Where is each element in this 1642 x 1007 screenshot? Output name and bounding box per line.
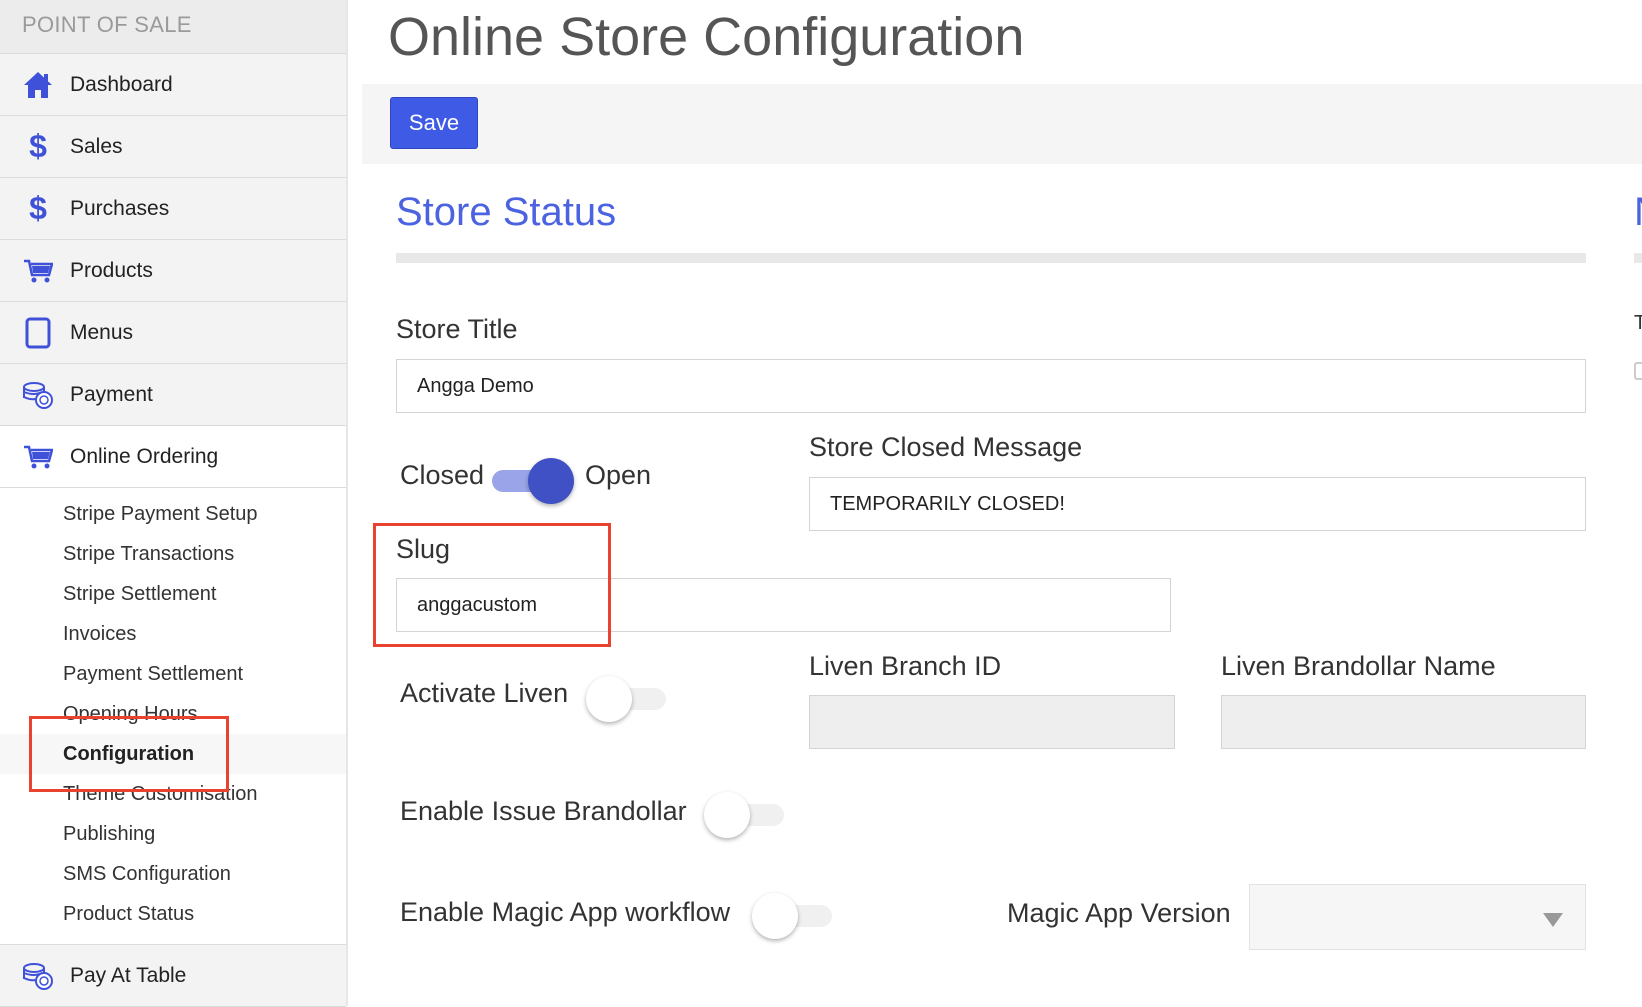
coins-icon (20, 958, 56, 994)
toggle-knob (752, 893, 798, 939)
store-title-field[interactable] (396, 359, 1586, 413)
section-divider-partial (1634, 253, 1642, 263)
store-closed-message-field[interactable] (809, 477, 1586, 531)
sidebar-item-label: Online Ordering (70, 444, 219, 468)
liven-brandollar-name-label: Liven Brandollar Name (1221, 651, 1496, 681)
sidebar-item-online-ordering[interactable]: Online Ordering (0, 426, 346, 488)
main-content: Online Store Configuration Save Store St… (348, 0, 1642, 1006)
slug-label: Slug (396, 534, 451, 564)
store-closed-message-label: Store Closed Message (809, 432, 1083, 462)
tablet-icon (20, 315, 56, 351)
coins-icon (20, 377, 56, 413)
toggle-knob (586, 676, 632, 722)
enable-issue-brandollar-label: Enable Issue Brandollar (400, 796, 687, 826)
sidebar-subitem-publishing[interactable]: Publishing (0, 814, 346, 854)
sidebar-item-label: Sales (70, 134, 123, 158)
toggle-knob (528, 458, 574, 504)
dollar-icon: $ (29, 128, 47, 164)
sidebar-item-products[interactable]: Products (0, 240, 346, 302)
open-label: Open (585, 460, 652, 490)
cart-icon (20, 253, 56, 289)
sidebar-subitem-stripe-payment-setup[interactable]: Stripe Payment Setup (0, 494, 346, 534)
magic-app-version-select[interactable] (1249, 884, 1586, 950)
liven-branch-id-label: Liven Branch ID (809, 651, 1002, 681)
sidebar-item-label: Products (70, 258, 153, 282)
sidebar-subitem-sms-configuration[interactable]: SMS Configuration (0, 854, 346, 894)
closed-label: Closed (400, 460, 485, 490)
activate-liven-label: Activate Liven (400, 678, 569, 708)
sidebar-header: POINT OF SALE (0, 0, 346, 54)
sidebar-subitem-invoices[interactable]: Invoices (0, 614, 346, 654)
enable-magic-app-label: Enable Magic App workflow (400, 897, 731, 927)
page-title: Online Store Configuration (388, 7, 1025, 67)
sidebar-item-purchases[interactable]: $ Purchases (0, 178, 346, 240)
section-title-store-status: Store Status (396, 190, 617, 234)
sidebar-item-label: Menus (70, 320, 134, 344)
sidebar-subitem-payment-settlement[interactable]: Payment Settlement (0, 654, 346, 694)
sidebar-subitem-product-status[interactable]: Product Status (0, 894, 346, 934)
partial-checkbox[interactable] (1634, 362, 1642, 380)
sidebar-item-menus[interactable]: Menus (0, 302, 346, 364)
liven-branch-id-field[interactable] (809, 695, 1175, 749)
sidebar: POINT OF SALE Dashboard $ Sales $ Purcha… (0, 0, 348, 1007)
section-title-partial: N (1634, 190, 1642, 235)
activate-liven-toggle[interactable] (586, 676, 666, 722)
sidebar-subitem-stripe-transactions[interactable]: Stripe Transactions (0, 534, 346, 574)
store-open-toggle[interactable] (492, 458, 574, 504)
partial-label: T (1634, 312, 1642, 334)
sidebar-subitem-configuration[interactable]: Configuration (0, 734, 346, 774)
sidebar-subitem-theme-customisation[interactable]: Theme Customisation (0, 774, 346, 814)
slug-field[interactable] (396, 578, 1171, 632)
magic-app-version-label: Magic App Version (1007, 898, 1231, 928)
store-title-label: Store Title (396, 314, 518, 344)
section-divider (396, 253, 1586, 263)
liven-brandollar-name-field[interactable] (1221, 695, 1586, 749)
enable-issue-brandollar-toggle[interactable] (704, 792, 784, 838)
chevron-down-icon (1543, 913, 1563, 927)
toggle-knob (704, 792, 750, 838)
sidebar-item-label: Dashboard (70, 72, 173, 96)
sidebar-item-payment[interactable]: Payment (0, 364, 346, 426)
sidebar-item-pay-at-table[interactable]: Pay At Table (0, 945, 346, 1007)
sidebar-item-label: Payment (70, 382, 153, 406)
sidebar-item-dashboard[interactable]: Dashboard (0, 54, 346, 116)
sidebar-item-label: Purchases (70, 196, 170, 220)
dollar-icon: $ (29, 190, 47, 226)
enable-magic-app-toggle[interactable] (752, 893, 832, 939)
sidebar-subitem-stripe-settlement[interactable]: Stripe Settlement (0, 574, 346, 614)
sidebar-subitem-opening-hours[interactable]: Opening Hours (0, 694, 346, 734)
home-icon (20, 67, 56, 103)
toolbar: Save (362, 84, 1642, 164)
cart-icon (20, 439, 56, 475)
online-ordering-submenu: Stripe Payment Setup Stripe Transactions… (0, 488, 346, 945)
sidebar-item-label: Pay At Table (70, 963, 187, 987)
save-button[interactable]: Save (390, 97, 478, 149)
sidebar-item-sales[interactable]: $ Sales (0, 116, 346, 178)
